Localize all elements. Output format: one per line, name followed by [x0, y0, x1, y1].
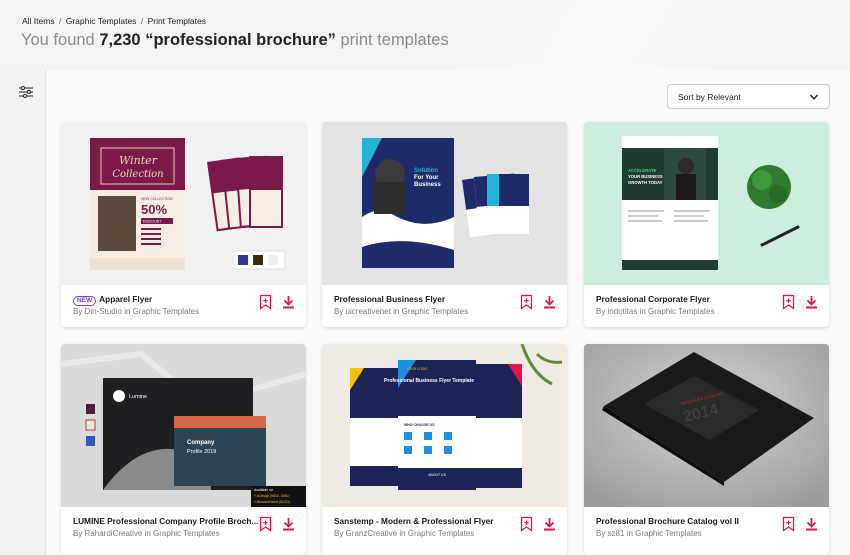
result-card[interactable]: Solution For Your Business Professional … — [322, 122, 567, 327]
filter-sidebar — [0, 70, 46, 555]
who-choose-us-text: WHO CHOOSE US — [404, 423, 435, 427]
download-icon[interactable] — [805, 517, 818, 531]
headline-prefix: You found — [21, 31, 95, 49]
format-word-text: » Microsoft Word (DOCX) — [254, 500, 290, 504]
card-info: LUMINE Professional Company Profile Broc… — [61, 507, 306, 549]
card-thumbnail[interactable]: Lumine Company Profile 2019 Available on… — [61, 344, 306, 507]
card-info: Professional Corporate Flyer By indotita… — [584, 285, 829, 327]
download-icon[interactable] — [282, 517, 295, 531]
card-thumbnail[interactable]: YOUR LOGO Professional Business Flyer Te… — [322, 344, 567, 507]
card-thumbnail[interactable]: Winter Collection NEW COLLECTION 50% DIS… — [61, 122, 306, 285]
card-info: Professional Business Flyer By uicreativ… — [322, 285, 567, 327]
cover-title-text: Company — [187, 440, 215, 446]
cover-subtitle-text: Profile 2019 — [187, 449, 216, 455]
brochure-catalog-preview: 2014 BROCHURE CATALOG — [584, 344, 829, 507]
bookmark-add-icon[interactable] — [520, 294, 533, 310]
breadcrumb-print-templates[interactable]: Print Templates — [148, 16, 206, 26]
discount-text: 50% — [141, 202, 167, 217]
card-title[interactable]: Professional Business Flyer — [334, 294, 445, 304]
card-author[interactable]: By GranzCreative in Graphic Templates — [334, 529, 474, 538]
new-badge: NEW — [73, 296, 97, 306]
card-thumbnail[interactable]: ACCELERATE YOUR BUSINESS GROWTH TODAY — [584, 122, 829, 285]
card-title[interactable]: Sanstemp - Modern & Professional Flyer — [334, 516, 494, 526]
lumine-brochure-preview: Lumine Company Profile 2019 Available on… — [61, 344, 306, 507]
card-author[interactable]: By sz81 in Graphic Templates — [596, 529, 702, 538]
about-us-text: ABOUT US — [428, 473, 446, 477]
result-card[interactable]: Lumine Company Profile 2019 Available on… — [61, 344, 306, 555]
result-card[interactable]: 2014 BROCHURE CATALOG Professional Broch… — [584, 344, 829, 555]
card-title-text: Apparel Flyer — [99, 294, 153, 304]
lumine-brand-text: Lumine — [129, 394, 147, 400]
result-card[interactable]: YOUR LOGO Professional Business Flyer Te… — [322, 344, 567, 555]
download-icon[interactable] — [282, 295, 295, 309]
download-icon[interactable] — [805, 295, 818, 309]
headline-line-2: YOUR BUSINESS — [628, 174, 663, 179]
result-card[interactable]: Winter Collection NEW COLLECTION 50% DIS… — [61, 122, 306, 327]
result-count: 7,230 — [99, 31, 141, 49]
headline-line-3: Business — [414, 182, 441, 188]
card-author[interactable]: By Din-Studio in Graphic Templates — [73, 307, 199, 316]
download-icon[interactable] — [543, 517, 556, 531]
business-flyer-preview: Solution For Your Business — [322, 122, 567, 285]
collection-text: Collection — [112, 169, 163, 180]
bookmark-add-icon[interactable] — [259, 516, 272, 532]
breadcrumb-separator: / — [58, 16, 62, 26]
format-indesign-text: » InDesign (INDD, IDML) — [254, 494, 289, 498]
available-on-text: Available on — [254, 488, 273, 492]
card-author[interactable]: By uicreativenet in Graphic Templates — [334, 307, 468, 316]
new-collection-text: NEW COLLECTION — [141, 197, 173, 201]
download-icon[interactable] — [543, 295, 556, 309]
result-card[interactable]: ACCELERATE YOUR BUSINESS GROWTH TODAY Pr… — [584, 122, 829, 327]
apparel-flyer-preview: Winter Collection NEW COLLECTION 50% DIS… — [90, 138, 286, 270]
card-author[interactable]: By RahardiCreative in Graphic Templates — [73, 529, 220, 538]
discount-label-text: DISCOUNT — [143, 220, 162, 224]
card-title[interactable]: LUMINE Professional Company Profile Broc… — [73, 516, 258, 526]
headline-suffix: print templates — [340, 31, 449, 49]
corporate-flyer-preview: ACCELERATE YOUR BUSINESS GROWTH TODAY — [584, 122, 829, 285]
headline-line-1: Solution — [414, 168, 438, 174]
chevron-down-icon — [809, 94, 819, 100]
card-title[interactable]: NEW Apparel Flyer — [73, 294, 152, 306]
card-title[interactable]: Professional Corporate Flyer — [596, 294, 710, 304]
headline-line-2: For Your — [414, 175, 439, 181]
sort-label: Sort by Relevant — [678, 92, 741, 102]
search-query: “professional brochure” — [145, 31, 336, 49]
winter-text: Winter — [119, 154, 158, 167]
breadcrumb-separator: / — [140, 16, 144, 26]
bookmark-add-icon[interactable] — [782, 516, 795, 532]
card-author[interactable]: By indotitas in Graphic Templates — [596, 307, 715, 316]
page-header: All Items / Graphic Templates / Print Te… — [0, 0, 850, 70]
bookmark-add-icon[interactable] — [520, 516, 533, 532]
sort-dropdown[interactable]: Sort by Relevant — [667, 84, 830, 109]
results-headline: You found 7,230 “professional brochure” … — [21, 31, 449, 50]
card-info: Sanstemp - Modern & Professional Flyer B… — [322, 507, 567, 549]
flyer-headline-text: Professional Business Flyer Template — [384, 378, 474, 384]
breadcrumb-all-items[interactable]: All Items — [22, 16, 55, 26]
breadcrumb: All Items / Graphic Templates / Print Te… — [22, 16, 206, 26]
headline-line-3: GROWTH TODAY — [628, 180, 663, 185]
your-logo-text: YOUR LOGO — [406, 367, 427, 371]
sliders-icon[interactable] — [19, 86, 33, 98]
card-info: Professional Brochure Catalog vol II By … — [584, 507, 829, 549]
bookmark-add-icon[interactable] — [782, 294, 795, 310]
card-info: NEW Apparel Flyer By Din-Studio in Graphi… — [61, 285, 306, 327]
bookmark-add-icon[interactable] — [259, 294, 272, 310]
card-thumbnail[interactable]: Solution For Your Business — [322, 122, 567, 285]
headline-line-1: ACCELERATE — [628, 168, 657, 173]
breadcrumb-graphic-templates[interactable]: Graphic Templates — [66, 16, 137, 26]
card-thumbnail[interactable]: 2014 BROCHURE CATALOG — [584, 344, 829, 507]
card-title[interactable]: Professional Brochure Catalog vol II — [596, 516, 739, 526]
sanstemp-flyer-preview: YOUR LOGO Professional Business Flyer Te… — [322, 344, 567, 507]
